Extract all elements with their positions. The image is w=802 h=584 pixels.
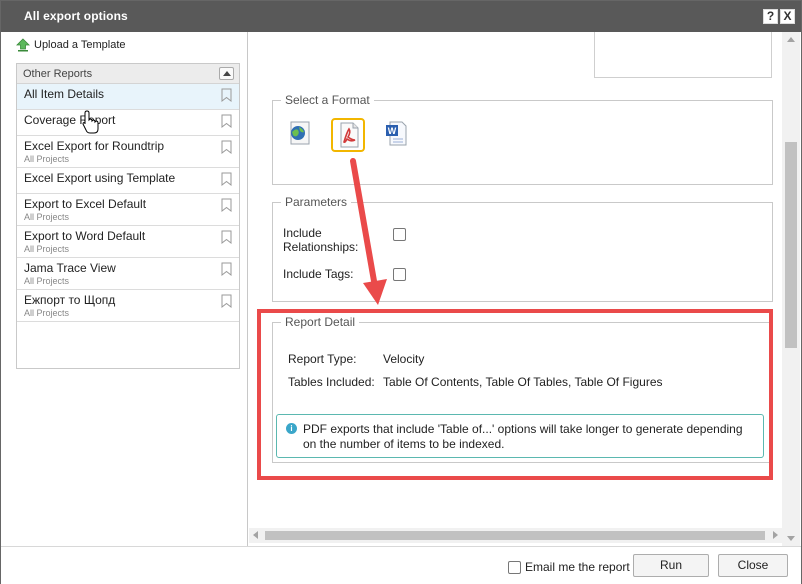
bookmark-icon[interactable] — [221, 140, 232, 154]
dialog-footer: Email me the report Run Close — [1, 546, 801, 584]
close-button[interactable]: Close — [718, 554, 788, 577]
other-reports-title: Other Reports — [23, 68, 93, 80]
report-name: Coverage Report — [24, 113, 116, 127]
format-group: Select a Format W — [272, 93, 773, 185]
report-scope: All Projects — [24, 154, 70, 164]
email-option[interactable]: Email me the report — [508, 560, 630, 574]
svg-text:W: W — [388, 126, 397, 136]
report-list-item[interactable]: Export to Excel Default All Projects — [17, 194, 239, 226]
report-list-item[interactable]: Ежпорт то Щопд All Projects — [17, 290, 239, 322]
bookmark-icon[interactable] — [221, 114, 232, 128]
close-icon[interactable]: X — [780, 9, 795, 24]
bookmark-icon[interactable] — [221, 294, 232, 308]
horizontal-scroll-thumb[interactable] — [265, 531, 765, 540]
tables-included-label: Tables Included: — [288, 375, 375, 389]
report-name: All Item Details — [24, 87, 105, 101]
help-button[interactable]: ? — [763, 9, 778, 24]
report-scope: All Projects — [24, 244, 70, 254]
report-name: Excel Export using Template — [24, 171, 176, 185]
tables-included-row: Tables Included: Table Of Contents, Table… — [288, 375, 663, 389]
report-name: Ежпорт то Щопд — [24, 293, 116, 307]
report-list-item[interactable]: Jama Trace View All Projects — [17, 258, 239, 290]
report-sidebar: Upload a Template Other Reports All Item… — [1, 32, 248, 546]
info-icon: i — [286, 423, 297, 434]
report-type-value: Velocity — [383, 352, 425, 366]
include-tags-checkbox[interactable] — [393, 268, 406, 281]
report-detail-legend: Report Detail — [281, 315, 360, 329]
report-type-label: Report Type: — [288, 352, 357, 366]
dialog-titlebar: All export options ? X — [1, 1, 801, 32]
email-report-checkbox[interactable] — [508, 560, 521, 574]
include-tags-label: Include Tags: — [283, 267, 354, 281]
tables-included-value: Table Of Contents, Table Of Tables, Tabl… — [383, 375, 663, 389]
upload-template-link[interactable]: Upload a Template — [16, 37, 126, 53]
upload-arrow-icon — [16, 38, 30, 52]
format-legend: Select a Format — [281, 93, 374, 107]
email-report-label: Email me the report — [525, 560, 630, 574]
other-reports-header: Other Reports — [17, 64, 239, 84]
other-reports-panel: Other Reports All Item Details Coverage R… — [16, 63, 240, 369]
report-list-item[interactable]: Excel Export using Template — [17, 168, 239, 194]
report-list-item[interactable]: Excel Export for Roundtrip All Projects — [17, 136, 239, 168]
word-icon[interactable]: W — [381, 118, 415, 152]
scroll-down-icon[interactable] — [787, 536, 795, 541]
report-scope: All Projects — [24, 308, 70, 318]
info-message-text: PDF exports that include 'Table of...' o… — [303, 422, 743, 451]
report-list-item[interactable]: Export to Word Default All Projects — [17, 226, 239, 258]
collapse-up-icon[interactable] — [219, 67, 234, 80]
scroll-left-icon[interactable] — [253, 531, 258, 539]
parameters-group: Parameters Include Relationships: Includ… — [272, 195, 773, 302]
report-list-item[interactable]: Coverage Report — [17, 110, 239, 136]
bookmark-icon[interactable] — [221, 230, 232, 244]
report-detail-group: Report Detail Report Type: Velocity Table… — [272, 315, 773, 463]
upload-template-label: Upload a Template — [34, 39, 126, 51]
bookmark-icon[interactable] — [221, 262, 232, 276]
vertical-scrollbar[interactable] — [782, 32, 800, 546]
parameters-legend: Parameters — [281, 195, 352, 209]
html-globe-icon[interactable] — [285, 118, 319, 152]
dialog-title: All export options — [24, 9, 128, 23]
report-name: Export to Word Default — [24, 229, 146, 243]
bookmark-icon[interactable] — [221, 198, 232, 212]
report-list: All Item Details Coverage Report Excel Exp… — [17, 84, 239, 322]
report-type-row: Report Type: Velocity — [288, 352, 424, 366]
report-name: Jama Trace View — [24, 261, 116, 275]
pdf-icon[interactable] — [331, 118, 365, 152]
scroll-up-icon[interactable] — [787, 37, 795, 42]
vertical-scroll-thumb[interactable] — [785, 142, 797, 348]
horizontal-scrollbar[interactable] — [249, 528, 782, 543]
export-dialog: All export options ? X Upload a Template… — [0, 0, 802, 584]
bookmark-icon[interactable] — [221, 88, 232, 102]
report-scope: All Projects — [24, 212, 70, 222]
report-name: Excel Export for Roundtrip — [24, 139, 165, 153]
include-relationships-label: Include Relationships: — [283, 226, 359, 254]
report-scope: All Projects — [24, 276, 70, 286]
include-relationships-checkbox[interactable] — [393, 228, 406, 241]
report-list-item[interactable]: All Item Details — [17, 84, 239, 110]
run-button[interactable]: Run — [633, 554, 709, 577]
description-field[interactable] — [594, 32, 772, 78]
bookmark-icon[interactable] — [221, 172, 232, 186]
scroll-right-icon[interactable] — [773, 531, 778, 539]
report-options-pane: Select a Format W Parameters Include Rel… — [249, 32, 801, 546]
report-name: Export to Excel Default — [24, 197, 147, 211]
info-message: i PDF exports that include 'Table of...'… — [276, 414, 764, 458]
